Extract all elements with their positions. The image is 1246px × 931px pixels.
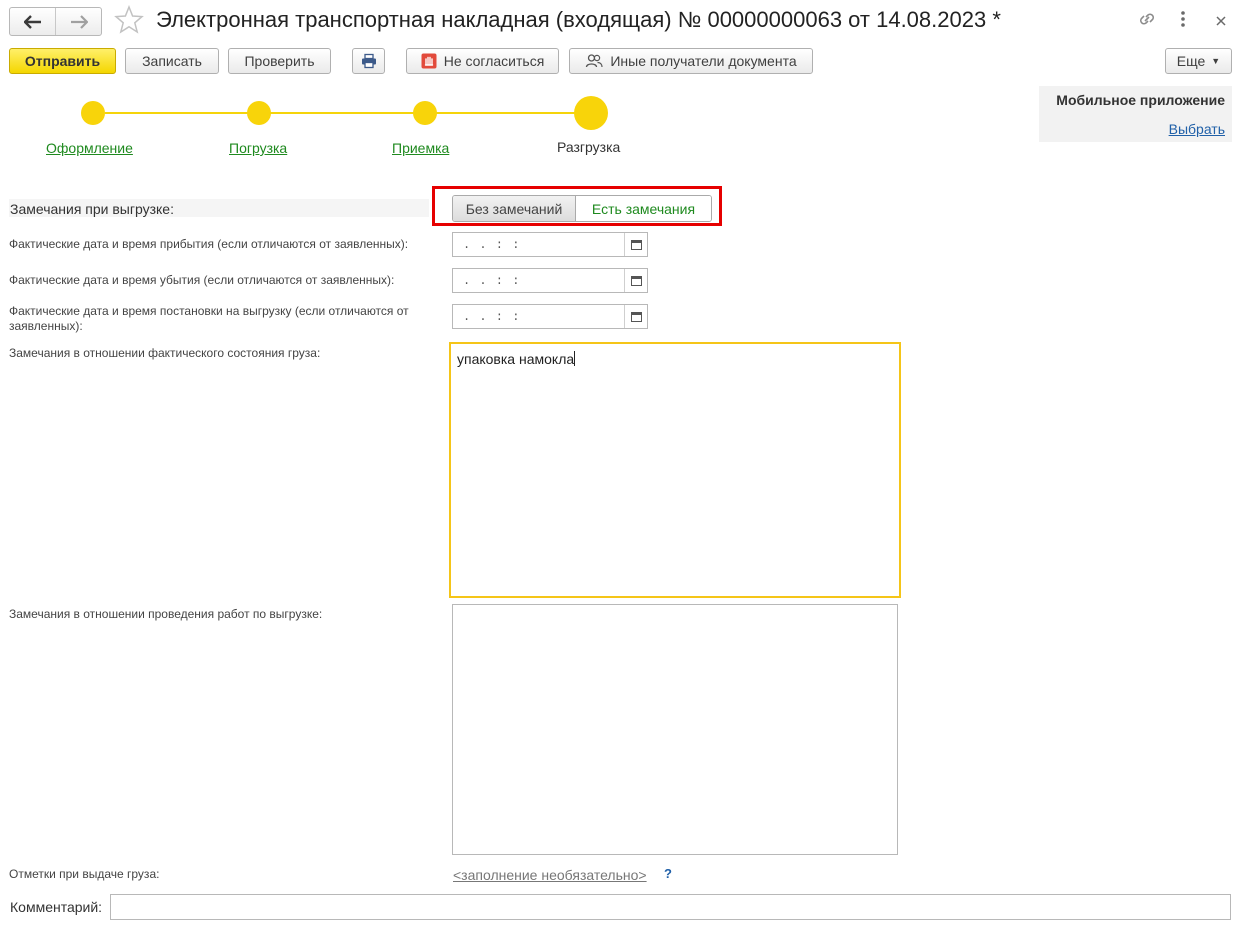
step-razgruzka: Разгрузка: [557, 139, 621, 155]
work-remarks-label: Замечания в отношении проведения работ п…: [9, 607, 323, 621]
step-dot-3: [413, 101, 437, 125]
unloading-datetime-value: . . : :: [463, 309, 521, 324]
other-recipients-button[interactable]: Иные получатели документа: [569, 48, 813, 74]
comment-field[interactable]: [110, 894, 1231, 920]
link-icon[interactable]: [1136, 8, 1158, 35]
step-dot-1: [81, 101, 105, 125]
departure-datetime-value: . . : :: [463, 273, 521, 288]
cargo-remarks-label: Замечания в отношении фактического состо…: [9, 346, 321, 360]
arrival-datetime-field[interactable]: . . : :: [452, 232, 648, 257]
has-remarks-option[interactable]: Есть замечания: [576, 196, 711, 221]
remarks-toggle: Без замечаний Есть замечания: [452, 195, 712, 222]
unloading-label: Фактические дата и время постановки на в…: [9, 304, 409, 333]
work-remarks-textarea[interactable]: [452, 604, 898, 855]
navigation-buttons: [9, 7, 102, 36]
printer-icon: [361, 53, 376, 69]
mobile-app-title: Мобильное приложение: [1056, 92, 1225, 108]
check-button[interactable]: Проверить: [228, 48, 331, 74]
print-button[interactable]: [352, 48, 385, 74]
calendar-icon[interactable]: [624, 305, 647, 328]
step-dot-2: [247, 101, 271, 125]
users-icon: [585, 53, 603, 69]
more-label: Еще: [1176, 53, 1206, 69]
step-dot-current: [574, 96, 608, 130]
disagree-button[interactable]: Не согласиться: [406, 48, 559, 74]
help-icon[interactable]: ?: [664, 866, 672, 881]
cargo-remarks-textarea[interactable]: упаковка намокла: [449, 342, 901, 598]
arrival-label: Фактические дата и время прибытия (если …: [9, 237, 409, 251]
arrival-datetime-value: . . : :: [463, 237, 521, 252]
arrow-left-icon: [23, 14, 41, 29]
close-icon[interactable]: [1214, 11, 1228, 33]
marks-optional-link[interactable]: <заполнение необязательно>: [453, 867, 647, 883]
step-oformlenie[interactable]: Оформление: [46, 140, 133, 156]
text-caret: [574, 351, 576, 366]
unloading-datetime-field[interactable]: . . : :: [452, 304, 648, 329]
no-remarks-option[interactable]: Без замечаний: [453, 196, 576, 221]
marks-label: Отметки при выдаче груза:: [9, 867, 160, 881]
forward-button[interactable]: [56, 8, 101, 35]
remarks-label: Замечания при выгрузке:: [10, 201, 174, 217]
calendar-icon[interactable]: [624, 233, 647, 256]
more-button[interactable]: Еще ▼: [1165, 48, 1232, 74]
more-actions-icon[interactable]: [1178, 10, 1188, 35]
chevron-down-icon: ▼: [1211, 56, 1221, 66]
calendar-icon[interactable]: [624, 269, 647, 292]
step-priemka[interactable]: Приемка: [392, 140, 449, 156]
disagree-label: Не согласиться: [443, 53, 545, 69]
cargo-remarks-text: упаковка намокла: [457, 351, 575, 367]
comment-label: Комментарий:: [10, 899, 103, 915]
save-button[interactable]: Записать: [125, 48, 219, 74]
arrow-right-icon: [70, 14, 88, 29]
step-pogruzka[interactable]: Погрузка: [229, 140, 287, 156]
page-title: Электронная транспортная накладная (вход…: [156, 7, 1001, 32]
send-button[interactable]: Отправить: [9, 48, 116, 74]
other-recipients-label: Иные получатели документа: [610, 53, 797, 69]
mobile-select-link[interactable]: Выбрать: [1169, 121, 1225, 137]
stepper-line: [105, 112, 591, 114]
stop-hand-icon: [421, 53, 437, 69]
departure-datetime-field[interactable]: . . : :: [452, 268, 648, 293]
back-button[interactable]: [10, 8, 56, 35]
departure-label: Фактические дата и время убытия (если от…: [9, 273, 395, 287]
favorite-star-icon[interactable]: [114, 4, 144, 41]
